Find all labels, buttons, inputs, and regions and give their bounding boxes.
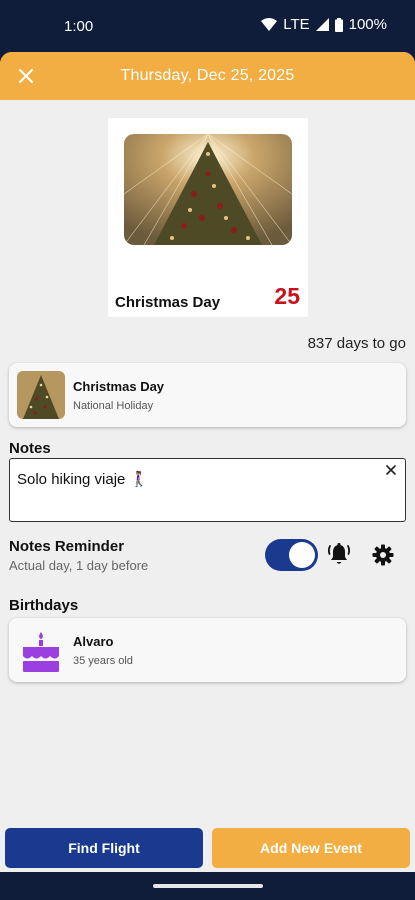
- signal-icon: [315, 18, 329, 31]
- reminder-title: Notes Reminder: [9, 538, 125, 555]
- status-time: 1:00: [64, 18, 94, 35]
- countdown-text: 837 days to go: [307, 335, 406, 352]
- notes-clear-button[interactable]: [383, 462, 399, 478]
- holiday-hero-card[interactable]: Christmas Day 25: [108, 118, 308, 317]
- notes-text[interactable]: Solo hiking viaje 🚶🏽‍♀️: [17, 470, 148, 488]
- app-bar: Thursday, Dec 25, 2025: [0, 52, 415, 100]
- christmas-tree-image: [124, 134, 292, 245]
- birthday-age: 35 years old: [73, 655, 133, 667]
- notes-label: Notes: [9, 440, 51, 457]
- home-indicator[interactable]: [153, 884, 263, 888]
- holiday-card-subtitle: National Holiday: [73, 400, 154, 412]
- cake-icon: [21, 626, 61, 674]
- status-bar: 1:00 LTE 100%: [0, 0, 415, 52]
- toggle-knob: [289, 542, 315, 568]
- hero-day-number: 25: [274, 283, 300, 309]
- add-new-event-button[interactable]: Add New Event: [212, 828, 410, 868]
- event-sheet: Thursday, Dec 25, 2025 Christmas Day 25 …: [0, 52, 415, 872]
- holiday-thumbnail: [17, 371, 65, 419]
- status-indicators: LTE 100%: [261, 16, 387, 33]
- find-flight-button[interactable]: Find Flight: [5, 828, 203, 868]
- birthday-card[interactable]: Alvaro 35 years old: [9, 618, 406, 682]
- bell-ring-icon: [327, 543, 351, 564]
- reminder-settings-button[interactable]: [371, 543, 395, 567]
- battery-icon: [334, 17, 343, 32]
- battery-level: 100%: [348, 16, 387, 33]
- gear-icon: [372, 544, 394, 566]
- birthday-name: Alvaro: [73, 634, 114, 649]
- notes-input[interactable]: Solo hiking viaje 🚶🏽‍♀️: [9, 458, 406, 522]
- reminder-alarm-button[interactable]: [327, 542, 351, 568]
- holiday-card-title: Christmas Day: [73, 379, 165, 394]
- network-label: LTE: [283, 16, 310, 33]
- close-icon: [386, 465, 396, 475]
- wifi-icon: [261, 18, 278, 31]
- reminder-subtitle: Actual day, 1 day before: [9, 558, 149, 573]
- reminder-toggle[interactable]: [265, 539, 318, 571]
- hero-holiday-name: Christmas Day: [115, 294, 221, 311]
- phone-screen: 1:00 LTE 100% Thursday, Dec 25, 2025 Chr…: [0, 0, 415, 900]
- birthdays-label: Birthdays: [9, 597, 79, 614]
- holiday-card[interactable]: Christmas Day National Holiday: [9, 363, 406, 427]
- page-title: Thursday, Dec 25, 2025: [120, 67, 295, 84]
